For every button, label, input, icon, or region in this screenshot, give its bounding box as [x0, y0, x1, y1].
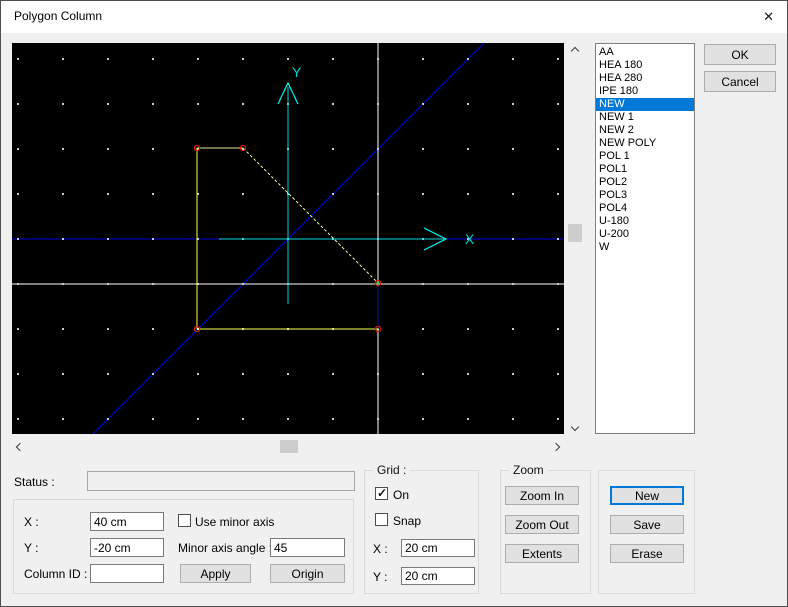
vertical-scroll-thumb[interactable]: [568, 224, 582, 242]
erase-button[interactable]: Erase: [610, 544, 684, 563]
close-icon[interactable]: ✕: [763, 9, 774, 25]
list-item[interactable]: POL1: [596, 163, 694, 176]
grid-on-label: On: [393, 488, 410, 502]
column-id-input[interactable]: [90, 564, 164, 583]
list-item[interactable]: NEW POLY: [596, 137, 694, 150]
cancel-button[interactable]: Cancel: [704, 71, 776, 92]
origin-button[interactable]: Origin: [270, 564, 345, 583]
list-item[interactable]: POL3: [596, 189, 694, 202]
svg-text:X: X: [465, 231, 475, 247]
coordinates-group: X : Use minor axis Y : Minor axis angle …: [13, 499, 354, 594]
use-minor-axis-label: Use minor axis: [195, 515, 275, 529]
scroll-right-button[interactable]: [548, 439, 564, 454]
minor-axis-angle-input[interactable]: [270, 538, 345, 557]
grid-x-label: X :: [373, 542, 388, 556]
canvas-vertical-scrollbar[interactable]: [567, 43, 583, 434]
list-item[interactable]: POL 1: [596, 150, 694, 163]
polygon-column-dialog: Polygon Column ✕ XY AA HEA 180 HEA 280 IPE …: [0, 0, 788, 607]
scroll-down-button[interactable]: [567, 419, 583, 434]
status-label: Status :: [14, 475, 55, 489]
actions-group: New Save Erase: [598, 470, 695, 594]
chevron-right-icon: [551, 442, 561, 451]
grid-y-label: Y :: [373, 570, 388, 584]
grid-x-input[interactable]: [401, 539, 475, 557]
svg-text:Y: Y: [292, 64, 302, 80]
horizontal-scroll-thumb[interactable]: [280, 440, 298, 453]
chevron-left-icon: [15, 442, 25, 451]
status-field: [87, 471, 355, 491]
chevron-up-icon: [570, 46, 580, 55]
zoom-group: Zoom Zoom In Zoom Out Extents: [500, 463, 591, 594]
apply-button[interactable]: Apply: [180, 564, 251, 583]
list-item[interactable]: IPE 180: [596, 85, 694, 98]
y-input[interactable]: [90, 538, 164, 557]
zoom-in-button[interactable]: Zoom In: [505, 486, 579, 505]
list-item[interactable]: POL2: [596, 176, 694, 189]
ok-button[interactable]: OK: [704, 44, 776, 65]
profile-list[interactable]: AA HEA 180 HEA 280 IPE 180 NEW NEW 1 NEW 2 NEW …: [595, 43, 695, 434]
list-item[interactable]: NEW 2: [596, 124, 694, 137]
grid-group: Grid : On Snap X : Y :: [364, 463, 479, 594]
scroll-left-button[interactable]: [12, 439, 28, 454]
zoom-out-button[interactable]: Zoom Out: [505, 515, 579, 534]
list-item[interactable]: W: [596, 241, 694, 254]
x-input[interactable]: [90, 512, 164, 531]
x-label: X :: [24, 515, 39, 529]
grid-on-checkbox[interactable]: [375, 486, 388, 500]
grid-snap-checkbox[interactable]: [375, 513, 388, 526]
list-item[interactable]: HEA 180: [596, 59, 694, 72]
window-title: Polygon Column: [14, 9, 103, 23]
list-item[interactable]: POL4: [596, 202, 694, 215]
column-id-label: Column ID :: [24, 567, 88, 581]
drawing-canvas[interactable]: XY: [12, 43, 564, 434]
list-item[interactable]: AA: [596, 46, 694, 59]
use-minor-axis-checkbox[interactable]: [178, 514, 191, 527]
list-item[interactable]: U-200: [596, 228, 694, 241]
scroll-up-button[interactable]: [567, 43, 583, 58]
list-item[interactable]: NEW 1: [596, 111, 694, 124]
new-button[interactable]: New: [610, 486, 684, 505]
grid-group-title: Grid :: [373, 463, 411, 477]
grid-snap-label: Snap: [393, 514, 422, 528]
chevron-down-icon: [570, 422, 580, 431]
zoom-extents-button[interactable]: Extents: [505, 544, 579, 563]
grid-y-input[interactable]: [401, 567, 475, 585]
title-bar: Polygon Column ✕: [1, 1, 787, 33]
list-item[interactable]: HEA 280: [596, 72, 694, 85]
y-label: Y :: [24, 541, 39, 555]
save-button[interactable]: Save: [610, 515, 684, 534]
canvas-horizontal-scrollbar[interactable]: [12, 439, 564, 454]
list-item[interactable]: NEW: [596, 98, 694, 111]
zoom-group-title: Zoom: [509, 463, 548, 477]
list-item[interactable]: U-180: [596, 215, 694, 228]
minor-axis-angle-label: Minor axis angle :: [178, 541, 273, 555]
